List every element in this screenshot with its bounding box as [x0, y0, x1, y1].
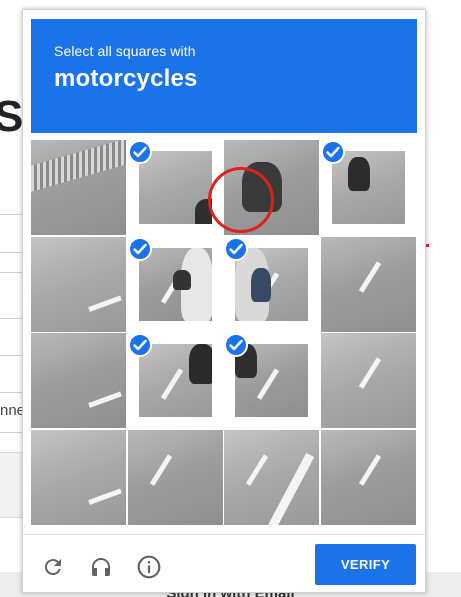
background-divider — [0, 432, 24, 433]
lane-marking — [358, 260, 381, 293]
captcha-tile-image — [320, 236, 416, 332]
captcha-tile-image — [235, 344, 308, 417]
lane-marking — [358, 453, 381, 486]
captcha-target-object: motorcycles — [54, 65, 198, 92]
captcha-tile-image — [138, 247, 212, 321]
captcha-tile-image — [31, 333, 126, 428]
captcha-tile-r3-c4[interactable] — [320, 333, 416, 428]
captcha-tile-r3-c2[interactable] — [127, 333, 223, 428]
captcha-tile-image — [320, 429, 416, 525]
motorcycle-shape — [188, 344, 212, 384]
lane-marking — [264, 452, 315, 525]
captcha-tile-image — [138, 151, 212, 224]
motorcycle-shape — [251, 267, 271, 302]
captcha-tile-image — [224, 429, 319, 525]
captcha-tile-image — [31, 429, 126, 525]
selected-check-icon — [127, 236, 152, 261]
background-panel — [0, 452, 24, 518]
selected-check-icon — [320, 140, 345, 164]
captcha-tile-r4-c3[interactable] — [224, 429, 319, 525]
motorcycle-shape — [347, 157, 370, 191]
background-divider — [0, 355, 24, 356]
motorcycle-shape — [194, 199, 212, 224]
selected-check-icon — [224, 333, 248, 357]
page: Sig nne Sign in with Email Select all sq… — [0, 0, 461, 597]
background-divider — [0, 272, 24, 273]
captcha-tile-r2-c4[interactable] — [320, 236, 416, 332]
motorcycle-shape — [172, 269, 191, 290]
captcha-tile-r1-c3[interactable] — [224, 140, 319, 235]
lane-marking — [88, 295, 122, 312]
captcha-tile-r2-c2[interactable] — [127, 236, 223, 332]
captcha-tile-r4-c4[interactable] — [320, 429, 416, 525]
captcha-instruction-banner: Select all squares with motorcycles — [31, 19, 417, 133]
selected-check-icon — [127, 140, 152, 164]
captcha-tile-image — [331, 151, 405, 224]
captcha-tile-r3-c3[interactable] — [224, 333, 319, 428]
lane-marking — [88, 391, 122, 408]
captcha-tile-r4-c1[interactable] — [31, 429, 126, 525]
lane-marking — [358, 357, 381, 389]
captcha-image-grid — [31, 140, 417, 525]
captcha-tile-r4-c2[interactable] — [127, 429, 223, 525]
captcha-tile-image — [31, 140, 126, 235]
lane-marking — [149, 453, 172, 486]
lane-marking — [245, 453, 269, 486]
captcha-footer: VERIFY — [23, 534, 427, 594]
lane-marking — [160, 368, 183, 400]
lane-marking — [88, 488, 122, 505]
selected-check-icon — [224, 236, 248, 261]
captcha-tile-image — [320, 333, 416, 428]
captcha-tile-r2-c3[interactable] — [224, 236, 319, 332]
captcha-tile-image — [235, 247, 308, 321]
background-divider — [0, 318, 24, 319]
captcha-tile-image — [138, 344, 212, 417]
captcha-tile-image — [224, 140, 319, 235]
annotation-dot — [426, 244, 429, 247]
headphones-icon[interactable] — [87, 553, 115, 581]
captcha-tile-r1-c1[interactable] — [31, 140, 126, 235]
background-divider — [0, 392, 24, 393]
captcha-tile-image — [31, 236, 126, 332]
verify-button[interactable]: VERIFY — [315, 544, 416, 585]
captcha-tile-image — [127, 429, 223, 525]
guard-rail — [31, 140, 126, 192]
selected-check-icon — [127, 333, 152, 357]
background-divider — [0, 214, 24, 215]
captcha-dialog: Select all squares with motorcycles VERI… — [22, 9, 429, 594]
captcha-tile-r3-c1[interactable] — [31, 333, 126, 428]
info-icon[interactable] — [135, 553, 163, 581]
captcha-instruction-text: Select all squares with — [54, 43, 196, 59]
lane-marking — [256, 368, 280, 400]
captcha-tile-r2-c1[interactable] — [31, 236, 126, 332]
motorcycle-shape — [242, 162, 282, 212]
captcha-tile-r1-c2[interactable] — [127, 140, 223, 235]
reload-icon[interactable] — [39, 553, 67, 581]
captcha-tile-r1-c4[interactable] — [320, 140, 416, 235]
background-divider — [0, 252, 24, 253]
